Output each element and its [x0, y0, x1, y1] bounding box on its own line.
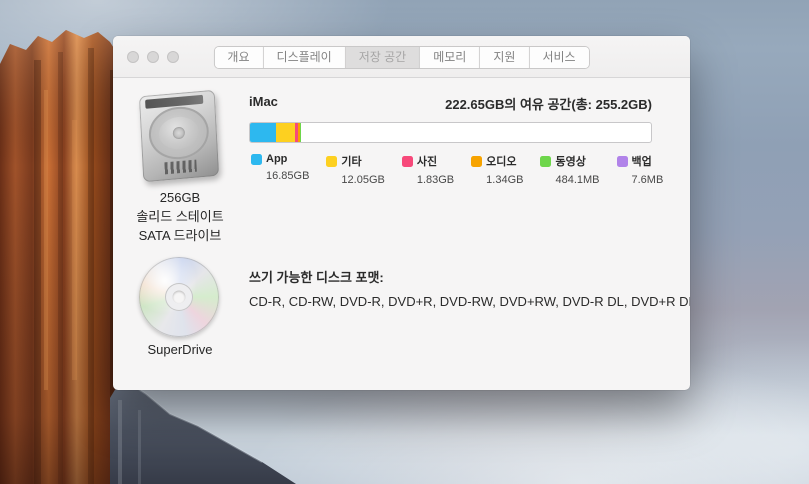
hard-drive-vent [164, 160, 197, 175]
hard-drive-icon [139, 90, 219, 183]
about-this-mac-window: 개요디스플레이저장 공간메모리지원서비스 256GB 솔리드 스테이트 SATA… [113, 36, 690, 390]
legend-swatch [540, 156, 551, 167]
tab-4[interactable]: 지원 [480, 47, 529, 68]
hard-drive-name-line3: SATA 드라이브 [113, 226, 247, 245]
bar-segment [276, 123, 295, 142]
legend-swatch [251, 154, 262, 165]
hard-drive-name: 256GB 솔리드 스테이트 SATA 드라이브 [113, 188, 247, 245]
legend-item: 기타 12.05GB [326, 153, 384, 186]
storage-pane: 256GB 솔리드 스테이트 SATA 드라이브 SuperDrive iMac… [113, 78, 690, 390]
legend-item: 사진 1.83GB [402, 153, 454, 186]
legend-label: 백업 [632, 153, 652, 169]
legend-value: 12.05GB [341, 174, 384, 186]
legend-label: 기타 [341, 153, 361, 169]
tab-2[interactable]: 저장 공간 [346, 47, 421, 68]
tab-1[interactable]: 디스플레이 [264, 47, 346, 68]
zoom-button[interactable] [167, 51, 179, 63]
tab-bar: 개요디스플레이저장 공간메모리지원서비스 [213, 46, 589, 69]
hard-drive-name-line2: 솔리드 스테이트 [113, 207, 247, 226]
legend-value: 484.1MB [555, 174, 599, 186]
bar-segment [300, 123, 301, 142]
superdrive-disc-icon [139, 257, 219, 337]
minimize-button[interactable] [147, 51, 159, 63]
legend-item: 동영상 484.1MB [540, 153, 599, 186]
legend-swatch [617, 156, 628, 167]
titlebar: 개요디스플레이저장 공간메모리지원서비스 [113, 36, 690, 78]
legend-label: App [266, 153, 287, 165]
traffic-lights [127, 51, 179, 63]
legend-swatch [402, 156, 413, 167]
volume-header: iMac 222.65GB의 여유 공간(총: 255.2GB) [249, 94, 652, 113]
superdrive-label: SuperDrive [113, 342, 247, 357]
tab-5[interactable]: 서비스 [529, 47, 588, 68]
tab-3[interactable]: 메모리 [420, 47, 480, 68]
tab-0[interactable]: 개요 [214, 47, 263, 68]
bar-segment [250, 123, 276, 142]
legend-label: 사진 [417, 153, 437, 169]
legend-label: 동영상 [555, 153, 585, 169]
hard-drive-platter [148, 104, 210, 161]
legend-swatch [326, 156, 337, 167]
hard-drive-hub [173, 126, 186, 139]
disc-hole [173, 291, 186, 304]
disc-formats-title: 쓰기 가능한 디스크 포맷: [249, 267, 384, 286]
legend-value: 16.85GB [266, 170, 309, 182]
storage-legend: App 16.85GB 기타 12.05GB 사진 1.83GB 오디오 1.34GB 동영상 4… [251, 153, 663, 186]
close-button[interactable] [127, 51, 139, 63]
legend-label: 오디오 [486, 153, 516, 169]
legend-value: 1.34GB [486, 174, 523, 186]
storage-usage-bar [249, 122, 652, 143]
legend-item: App 16.85GB [251, 153, 309, 186]
legend-item: 백업 7.6MB [617, 153, 664, 186]
legend-value: 1.83GB [417, 174, 454, 186]
free-space-text: 222.65GB의 여유 공간(총: 255.2GB) [445, 94, 652, 113]
legend-item: 오디오 1.34GB [471, 153, 523, 186]
hard-drive-name-line1: 256GB [113, 188, 247, 207]
disc-formats-list: CD-R, CD-RW, DVD-R, DVD+R, DVD-RW, DVD+R… [249, 294, 690, 309]
legend-swatch [471, 156, 482, 167]
legend-value: 7.6MB [632, 174, 664, 186]
volume-name: iMac [249, 94, 278, 113]
